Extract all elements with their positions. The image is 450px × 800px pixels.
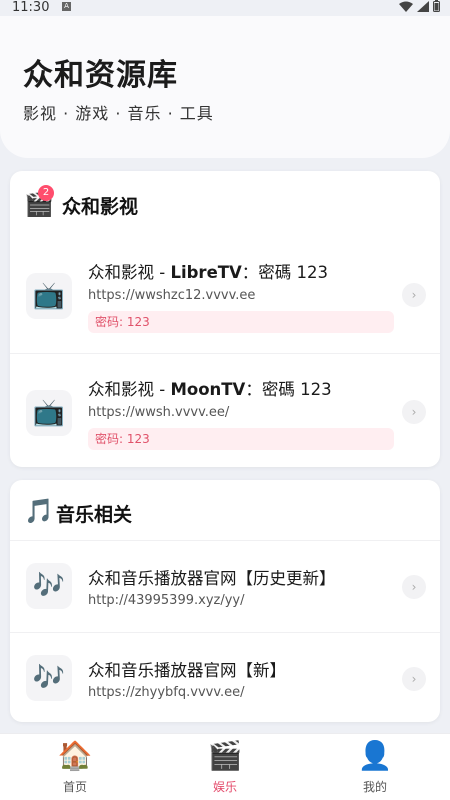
section-header: 🎵 音乐相关	[10, 480, 440, 540]
bottom-tab-bar: 🏠 首页 🎬 娱乐 👤 我的	[0, 733, 450, 800]
item-url: https://wwshzc12.vvvv.ee	[88, 288, 256, 303]
music-note-icon: 🎵	[24, 497, 54, 525]
tab-profile[interactable]: 👤 我的	[300, 734, 450, 800]
status-time: 11:30	[12, 0, 50, 15]
item-url: https://zhyybfq.vvvv.ee/	[88, 685, 245, 700]
page-title: 众和资源库	[23, 58, 178, 93]
clapper-icon: 🎬	[207, 739, 243, 772]
item-title: 众和音乐播放器官网【历史更新】	[88, 569, 336, 588]
item-title: 众和影视 - LibreTV：密碼 123	[88, 263, 329, 282]
notification-icon: A	[62, 2, 71, 11]
chevron-right-icon[interactable]: ›	[402, 283, 426, 307]
item-title: 众和音乐播放器官网【新】	[88, 661, 286, 680]
chevron-right-icon[interactable]: ›	[402, 400, 426, 424]
section-card-video: 🎬 2 众和影视 📺 众和影视 - LibreTV：密碼 123 https:/…	[10, 171, 440, 467]
item-url: http://43995399.xyz/yy/	[88, 593, 245, 608]
tab-home[interactable]: 🏠 首页	[0, 734, 150, 800]
status-bar: 11:30 A	[0, 0, 450, 16]
battery-icon	[433, 0, 440, 12]
hero-header: 众和资源库 影视 · 游戏 · 音乐 · 工具	[0, 16, 450, 158]
music-notes-icon: 🎶	[26, 655, 72, 701]
password-tag: 密码: 123	[88, 428, 394, 450]
list-item[interactable]: 📺 众和影视 - MoonTV：密碼 123 https://wwsh.vvvv…	[10, 353, 440, 467]
chevron-right-icon[interactable]: ›	[402, 667, 426, 691]
section-title: 众和影视	[62, 196, 139, 218]
section-header: 🎬 2 众和影视	[10, 171, 440, 237]
tv-icon: 📺	[26, 273, 72, 319]
tab-label: 娱乐	[212, 780, 237, 794]
item-title: 众和影视 - MoonTV：密碼 123	[88, 380, 332, 399]
page-subtitle: 影视 · 游戏 · 音乐 · 工具	[23, 104, 214, 123]
list-item[interactable]: 🎶 众和音乐播放器官网【新】 https://zhyybfq.vvvv.ee/ …	[10, 632, 440, 722]
user-icon: 👤	[357, 739, 393, 772]
wifi-icon	[399, 1, 413, 12]
music-notes-icon: 🎶	[26, 563, 72, 609]
chevron-right-icon[interactable]: ›	[402, 575, 426, 599]
list-item[interactable]: 📺 众和影视 - LibreTV：密碼 123 https://wwshzc12…	[10, 237, 440, 353]
section-card-music: 🎵 音乐相关 🎶 众和音乐播放器官网【历史更新】 http://43995399…	[10, 480, 440, 722]
tv-icon: 📺	[26, 390, 72, 436]
list-item[interactable]: 🎶 众和音乐播放器官网【历史更新】 http://43995399.xyz/yy…	[10, 540, 440, 632]
house-icon: 🏠	[57, 739, 93, 772]
item-url: https://wwsh.vvvv.ee/	[88, 405, 230, 420]
tab-label: 我的	[362, 780, 387, 794]
tab-entertainment[interactable]: 🎬 娱乐	[150, 734, 300, 800]
signal-icon	[417, 0, 429, 12]
count-badge: 2	[38, 185, 54, 201]
tab-label: 首页	[62, 780, 87, 794]
system-icons	[399, 0, 440, 12]
section-title: 音乐相关	[56, 504, 133, 526]
password-tag: 密码: 123	[88, 311, 394, 333]
